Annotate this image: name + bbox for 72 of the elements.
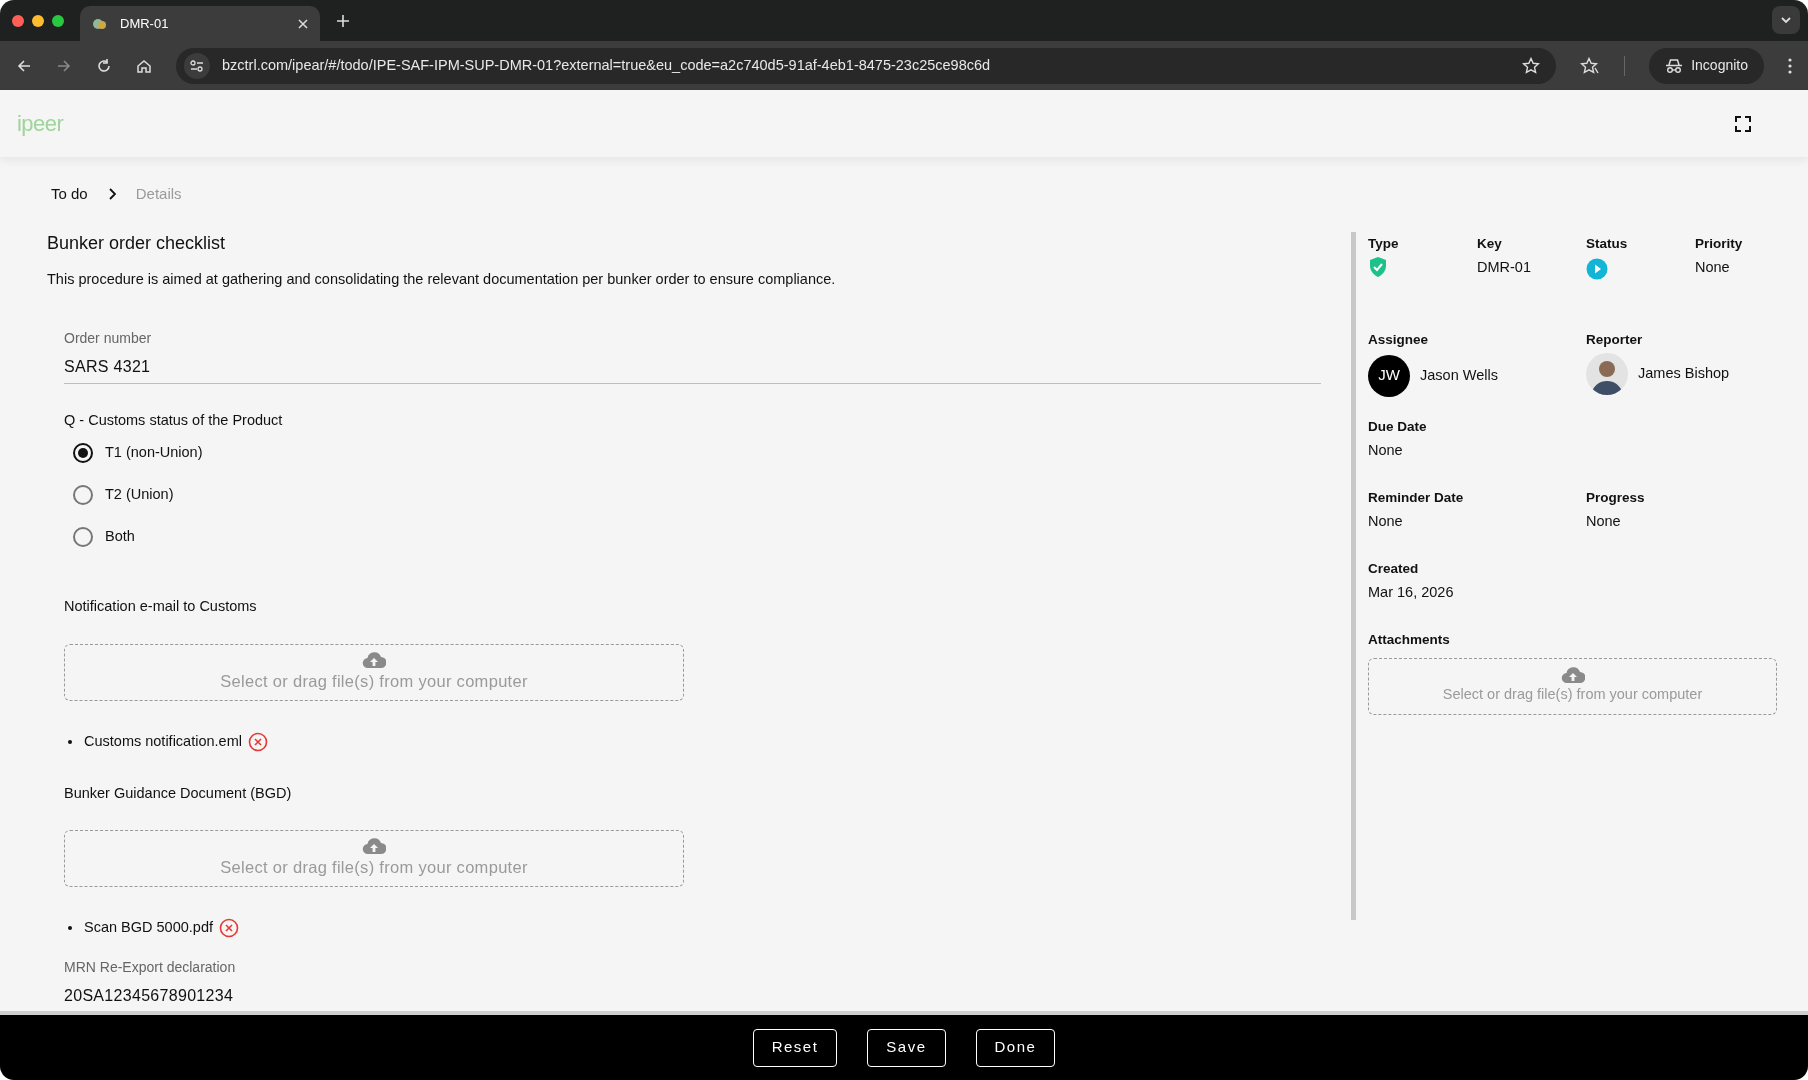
maximize-window-button[interactable] (52, 14, 64, 27)
bookmarks-icon[interactable] (1580, 56, 1601, 75)
field-label: Priority (1695, 235, 1744, 253)
field-label: Created (1368, 559, 1420, 578)
radio-label[interactable]: T2 (Union) (105, 484, 174, 506)
field-label: Attachments (1368, 630, 1451, 649)
upload-label: Bunker Guidance Document (BGD) (64, 783, 293, 803)
bullet-icon (68, 926, 72, 931)
cloud-upload-icon (1560, 666, 1585, 685)
file-name: Scan BGD 5000.pdf (84, 918, 213, 938)
reload-icon[interactable] (96, 57, 112, 74)
favicon-icon (92, 16, 108, 31)
avatar-icon (1586, 352, 1628, 395)
shield-check-icon (1368, 256, 1388, 279)
breadcrumb-link[interactable]: To do (51, 183, 88, 206)
tab-list-button[interactable] (1772, 6, 1800, 34)
bullet-icon (68, 739, 72, 744)
checklist-description: This procedure is aimed at gathering and consolidating the relevant documentation per bunker order to ensure compliance. (47, 269, 837, 289)
field-label: Due Date (1368, 417, 1428, 436)
file-name: Customs notification.eml (84, 731, 242, 751)
action-button[interactable]: Done (975, 1028, 1056, 1067)
field-value: Mar 16, 2026 (1368, 582, 1455, 602)
checklist-title: Bunker order checklist (47, 231, 227, 255)
radio-button[interactable] (73, 485, 93, 505)
action-button[interactable]: Save (867, 1028, 946, 1067)
fullscreen-icon[interactable] (1735, 115, 1751, 132)
field-label: Type (1368, 235, 1400, 253)
text-input-field[interactable]: Order number SARS 4321 (64, 328, 1321, 385)
address-bar[interactable]: bzctrl.com/ipear/#/todo/IPE-SAF-IPM-SUP-DMR-01?external=true&eu_code=a2c740d5-91af-4eb1-8475-23c25ce98c6d (176, 47, 1557, 84)
question-label: Q - Customs status of the Product (64, 411, 284, 431)
radio-label[interactable]: Both (105, 526, 135, 548)
field-label: Reporter (1586, 331, 1644, 350)
cloud-upload-icon (362, 837, 386, 856)
radio-button[interactable] (73, 527, 93, 547)
close-tab-icon[interactable] (298, 18, 308, 29)
url-text: bzctrl.com/ipear/#/todo/IPE-SAF-IPM-SUP-DMR-01?external=true&eu_code=a2c740d5-91af-4eb1-8475-23c25ce98c6d (222, 55, 992, 75)
field-value: DMR-01 (1477, 258, 1532, 278)
field-label: Status (1586, 235, 1629, 253)
new-tab-icon[interactable] (336, 13, 350, 28)
field-label: Reminder Date (1368, 488, 1465, 507)
radio-label[interactable]: T1 (non-Union) (105, 442, 203, 464)
incognito-button[interactable]: Incognito (1649, 47, 1764, 84)
cloud-upload-icon (362, 650, 386, 669)
field-label: Assignee (1368, 331, 1430, 350)
field-label: Progress (1586, 488, 1646, 507)
assignee-name: Jason Wells (1420, 365, 1498, 385)
play-status-icon (1586, 258, 1608, 281)
close-window-button[interactable] (12, 14, 24, 27)
action-button[interactable]: Reset (752, 1028, 838, 1067)
home-icon[interactable] (136, 57, 152, 74)
more-menu-icon[interactable] (1788, 57, 1792, 74)
incognito-icon (1665, 57, 1684, 74)
browser-tab[interactable]: DMR-01 (80, 6, 320, 41)
minimize-window-button[interactable] (32, 14, 44, 27)
upload-label: Notification e-mail to Customs (64, 597, 258, 616)
field-value: None (1368, 440, 1404, 460)
radio-button[interactable] (73, 443, 93, 463)
field-label: Key (1477, 235, 1503, 253)
assignee-avatar: JW (1368, 354, 1410, 397)
back-icon[interactable] (16, 57, 32, 74)
bookmark-star-icon[interactable] (1522, 56, 1541, 75)
field-value: None (1695, 258, 1731, 278)
site-settings-icon[interactable] (184, 52, 210, 79)
tab-title: DMR-01 (120, 14, 170, 33)
field-value: None (1586, 511, 1622, 531)
reporter-name: James Bishop (1638, 363, 1730, 383)
remove-file-icon[interactable] (219, 918, 239, 939)
remove-file-icon[interactable] (247, 731, 268, 752)
field-value: None (1368, 511, 1404, 531)
chevron-right-icon (107, 188, 116, 201)
chevron-down-icon (1780, 16, 1792, 24)
forward-icon[interactable] (56, 57, 72, 74)
